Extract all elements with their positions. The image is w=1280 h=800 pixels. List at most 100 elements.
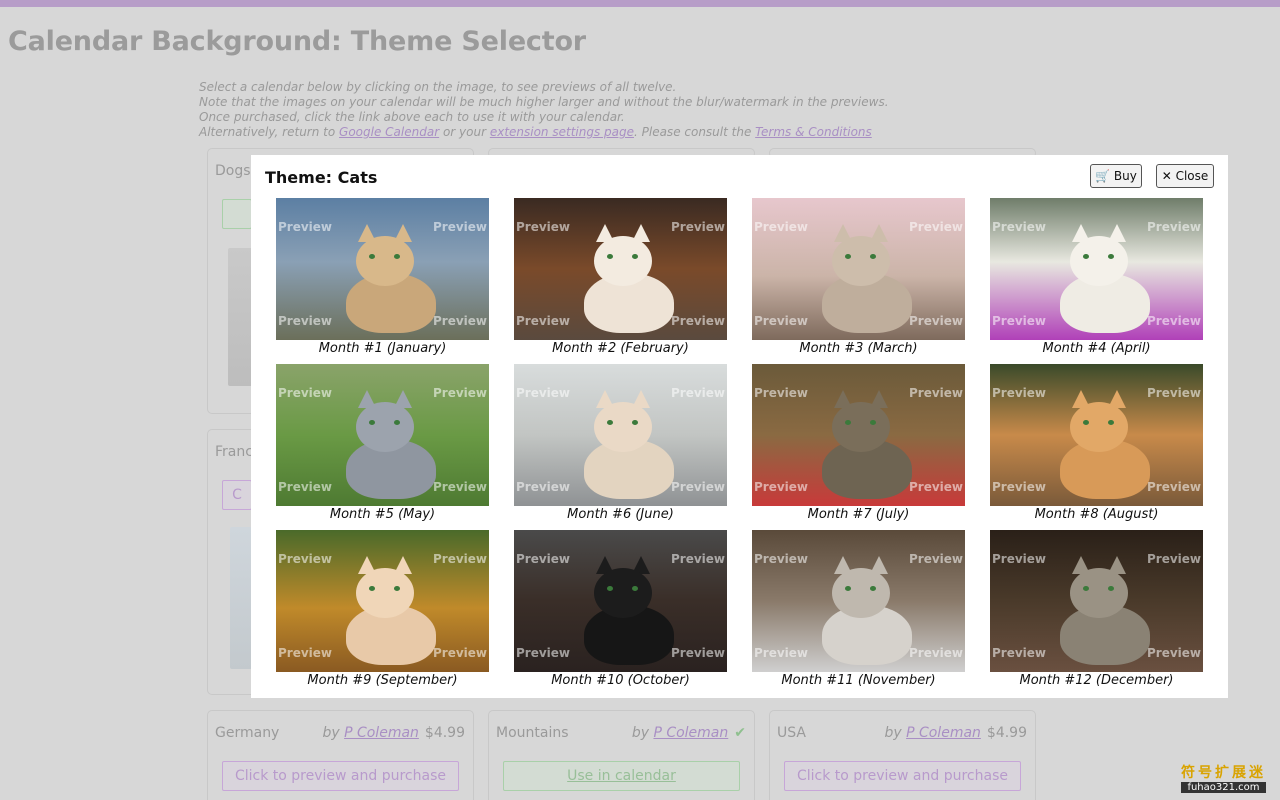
preview-watermark: Preview xyxy=(1146,220,1201,234)
month-preview-image[interactable]: Preview Preview Preview Preview xyxy=(990,530,1203,672)
preview-watermark: Preview xyxy=(670,220,725,234)
preview-watermark: Preview xyxy=(432,480,487,494)
month-preview-image[interactable]: Preview Preview Preview Preview xyxy=(752,530,965,672)
preview-purchase-button[interactable]: Click to preview and purchase xyxy=(784,761,1021,791)
theme-preview-modal: Theme: Cats 🛒 Buy ✕ Close Preview Preview… xyxy=(251,155,1228,698)
card-price: $4.99 xyxy=(424,725,465,741)
top-accent-bar xyxy=(0,0,1280,7)
cat-illustration xyxy=(336,218,436,338)
theme-card-germany[interactable]: Germany by P Coleman $4.99 Click to previ… xyxy=(207,710,474,800)
preview-watermark: Preview xyxy=(516,646,571,660)
preview-watermark: Preview xyxy=(516,220,571,234)
card-author: by P Coleman ✔ xyxy=(631,725,746,741)
preview-watermark: Preview xyxy=(670,552,725,566)
cat-illustration xyxy=(812,384,912,504)
terms-link[interactable]: Terms & Conditions xyxy=(755,125,872,139)
preview-watermark: Preview xyxy=(908,386,963,400)
month-caption: Month #11 (November) xyxy=(781,673,936,688)
intro-line: Alternatively, return to Google Calendar… xyxy=(199,125,872,139)
preview-watermark: Preview xyxy=(278,386,333,400)
preview-watermark: Preview xyxy=(992,314,1047,328)
preview-watermark: Preview xyxy=(432,646,487,660)
intro-line: Once purchased, click the link above eac… xyxy=(199,110,625,124)
card-action-button[interactable] xyxy=(222,199,252,229)
month-caption: Month #12 (December) xyxy=(1019,673,1174,688)
month-caption: Month #8 (August) xyxy=(1034,507,1159,522)
card-author: by P Coleman $4.99 xyxy=(884,725,1027,741)
preview-watermark: Preview xyxy=(992,646,1047,660)
preview-watermark: Preview xyxy=(908,220,963,234)
month-preview-image[interactable]: Preview Preview Preview Preview xyxy=(276,530,489,672)
cat-illustration xyxy=(336,550,436,670)
preview-watermark: Preview xyxy=(516,480,571,494)
preview-watermark: Preview xyxy=(432,220,487,234)
month-preview-image[interactable]: Preview Preview Preview Preview xyxy=(990,198,1203,340)
preview-watermark: Preview xyxy=(992,220,1047,234)
preview-watermark: Preview xyxy=(516,552,571,566)
month-caption: Month #5 (May) xyxy=(329,507,436,522)
preview-watermark: Preview xyxy=(670,386,725,400)
month-caption: Month #7 (July) xyxy=(807,507,910,522)
preview-watermark: Preview xyxy=(278,480,333,494)
preview-watermark: Preview xyxy=(278,314,333,328)
author-link[interactable]: P Coleman xyxy=(344,725,419,741)
preview-watermark: Preview xyxy=(278,646,333,660)
cat-illustration xyxy=(812,218,912,338)
use-in-calendar-button[interactable]: Use in calendar xyxy=(503,761,740,791)
author-link[interactable]: P Coleman xyxy=(906,725,981,741)
preview-watermark: Preview xyxy=(1146,386,1201,400)
preview-watermark: Preview xyxy=(992,552,1047,566)
card-name: Germany xyxy=(215,725,280,741)
intro-text: Select a calendar below by clicking on t… xyxy=(199,80,959,140)
card-price: $4.99 xyxy=(986,725,1027,741)
intro-line: Note that the images on your calendar wi… xyxy=(199,95,889,109)
cat-illustration xyxy=(1050,218,1150,338)
card-thumbnail[interactable] xyxy=(230,527,252,669)
theme-card-mountains[interactable]: Mountains by P Coleman ✔ Use in calendar xyxy=(488,710,755,800)
month-preview-image[interactable]: Preview Preview Preview Preview xyxy=(276,364,489,506)
month-caption: Month #3 (March) xyxy=(799,341,918,356)
preview-watermark: Preview xyxy=(1146,314,1201,328)
preview-watermark: Preview xyxy=(754,646,809,660)
buy-button[interactable]: 🛒 Buy xyxy=(1090,164,1142,188)
preview-watermark: Preview xyxy=(1146,646,1201,660)
preview-watermark: Preview xyxy=(1146,552,1201,566)
preview-purchase-button[interactable]: Click to preview and purchase xyxy=(222,761,459,791)
cat-illustration xyxy=(574,384,674,504)
theme-card-usa[interactable]: USA by P Coleman $4.99 Click to preview a… xyxy=(769,710,1036,800)
google-calendar-link[interactable]: Google Calendar xyxy=(339,125,439,139)
close-button[interactable]: ✕ Close xyxy=(1156,164,1214,188)
cat-illustration xyxy=(1050,384,1150,504)
month-preview-image[interactable]: Preview Preview Preview Preview xyxy=(990,364,1203,506)
author-link[interactable]: P Coleman xyxy=(653,725,728,741)
preview-watermark: Preview xyxy=(432,386,487,400)
month-preview-image[interactable]: Preview Preview Preview Preview xyxy=(514,530,727,672)
card-action-button[interactable]: C xyxy=(222,480,252,510)
preview-watermark: Preview xyxy=(516,386,571,400)
site-watermark: 符号扩展迷 fuhao321.com xyxy=(1181,762,1266,793)
cat-illustration xyxy=(336,384,436,504)
month-caption: Month #2 (February) xyxy=(552,341,689,356)
month-caption: Month #10 (October) xyxy=(551,673,690,688)
month-preview-image[interactable]: Preview Preview Preview Preview xyxy=(752,198,965,340)
preview-watermark: Preview xyxy=(670,480,725,494)
extension-settings-link[interactable]: extension settings page xyxy=(490,125,634,139)
page-title: Calendar Background: Theme Selector xyxy=(8,26,586,57)
preview-watermark: Preview xyxy=(908,480,963,494)
month-caption: Month #1 (January) xyxy=(318,341,447,356)
preview-watermark: Preview xyxy=(432,552,487,566)
preview-watermark: Preview xyxy=(278,552,333,566)
month-preview-image[interactable]: Preview Preview Preview Preview xyxy=(276,198,489,340)
month-preview-image[interactable]: Preview Preview Preview Preview xyxy=(514,198,727,340)
preview-watermark: Preview xyxy=(432,314,487,328)
preview-watermark: Preview xyxy=(908,314,963,328)
card-name: USA xyxy=(777,725,806,741)
preview-watermark: Preview xyxy=(754,552,809,566)
preview-watermark: Preview xyxy=(754,480,809,494)
site-watermark-en: fuhao321.com xyxy=(1181,782,1266,793)
month-preview-image[interactable]: Preview Preview Preview Preview xyxy=(514,364,727,506)
month-preview-image[interactable]: Preview Preview Preview Preview xyxy=(752,364,965,506)
cat-illustration xyxy=(574,218,674,338)
site-watermark-cn: 符号扩展迷 xyxy=(1181,765,1266,781)
preview-watermark: Preview xyxy=(754,314,809,328)
